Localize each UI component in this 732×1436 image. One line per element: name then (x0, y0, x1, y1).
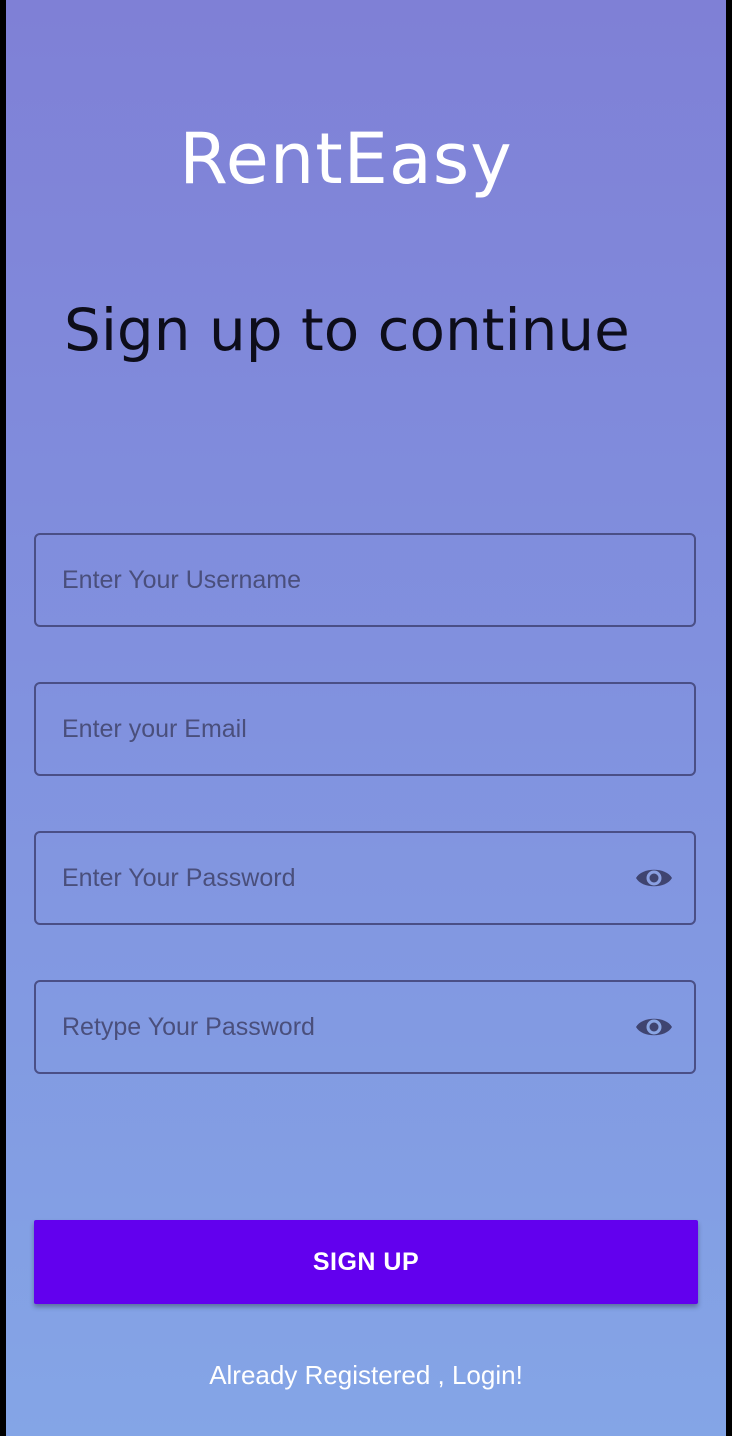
eye-icon[interactable] (634, 1011, 674, 1043)
retype-password-input[interactable] (62, 982, 622, 1072)
username-field-container (34, 533, 696, 627)
password-field-container (34, 831, 696, 925)
username-input[interactable] (62, 535, 622, 625)
password-input[interactable] (62, 833, 622, 923)
page-title: Sign up to continue (64, 296, 630, 364)
retype-password-field-container (34, 980, 696, 1074)
signup-button[interactable]: SIGN UP (34, 1220, 698, 1304)
email-field-container (34, 682, 696, 776)
app-logo: RentEasy (179, 118, 513, 200)
login-link[interactable]: Already Registered , Login! (6, 1360, 726, 1391)
eye-icon[interactable] (634, 862, 674, 894)
email-input[interactable] (62, 684, 622, 774)
signup-screen: RentEasy Sign up to continue SIGN UP Alr… (6, 0, 726, 1436)
